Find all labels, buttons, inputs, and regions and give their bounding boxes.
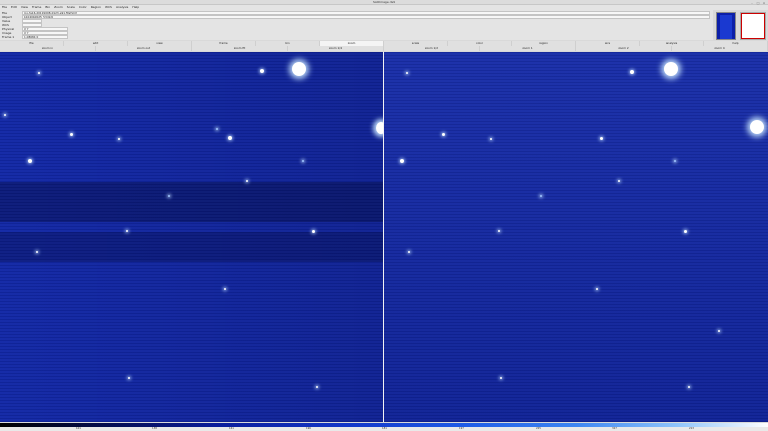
bright-star bbox=[376, 122, 383, 134]
star bbox=[600, 137, 603, 140]
info-panel: File lco-fa16-20191008-0123-e91.fits[SCI… bbox=[0, 10, 713, 40]
star bbox=[442, 133, 445, 136]
colorbar-tick: 225 bbox=[536, 427, 541, 430]
bright-star bbox=[292, 62, 306, 76]
star bbox=[28, 159, 32, 163]
star bbox=[674, 160, 676, 162]
star bbox=[684, 230, 687, 233]
image-frame-right[interactable] bbox=[384, 52, 768, 422]
star bbox=[118, 138, 120, 140]
star bbox=[128, 377, 130, 379]
star bbox=[228, 136, 232, 140]
colorbar-tick: 101 bbox=[76, 427, 81, 430]
image-noise bbox=[384, 52, 768, 422]
star bbox=[246, 180, 248, 182]
colorbar-tick: 161 bbox=[229, 427, 234, 430]
btn-zoom-1[interactable]: zoom 1 bbox=[480, 46, 576, 51]
info-row-object: Object b1040b0025_53d1/6 bbox=[2, 15, 710, 19]
star bbox=[630, 70, 634, 74]
colorbar-tick: 138 bbox=[152, 427, 157, 430]
star bbox=[216, 128, 218, 130]
star bbox=[316, 386, 318, 388]
btn-zoom-4[interactable]: zoom 4 bbox=[672, 46, 768, 51]
star bbox=[400, 159, 404, 163]
star bbox=[718, 330, 720, 332]
close-icon[interactable]: × bbox=[762, 1, 766, 5]
star bbox=[36, 251, 38, 253]
star bbox=[406, 72, 408, 74]
colorbar-tick: 181 bbox=[382, 427, 387, 430]
btn-zoom-out[interactable]: zoom out bbox=[96, 46, 192, 51]
info-label: Frame 1 bbox=[2, 35, 15, 39]
star bbox=[260, 69, 264, 73]
bright-star bbox=[750, 120, 764, 134]
btn-zoom-quarter[interactable]: zoom 1/4 bbox=[288, 46, 384, 51]
frame-zoom-field: 1.08684 0 bbox=[22, 35, 68, 39]
star bbox=[500, 377, 502, 379]
btn-zoom-fit[interactable]: zoom fit bbox=[192, 46, 288, 51]
image-frame-left[interactable] bbox=[0, 52, 383, 422]
star bbox=[618, 180, 620, 182]
star bbox=[224, 288, 226, 290]
colorbar-ticks: 101 138 161 196 181 197 225 327 213 bbox=[0, 427, 768, 431]
colorbar-tick: 196 bbox=[306, 427, 311, 430]
star bbox=[126, 230, 128, 232]
star bbox=[490, 138, 492, 140]
colorbar-tick: 197 bbox=[459, 427, 464, 430]
object-field: b1040b0025_53d1/6 bbox=[22, 15, 710, 19]
star bbox=[498, 230, 500, 232]
star bbox=[596, 288, 598, 290]
btn-zoom-in[interactable]: zoom in bbox=[0, 46, 96, 51]
star bbox=[408, 251, 410, 253]
colorbar-tick: 327 bbox=[612, 427, 617, 430]
star bbox=[312, 230, 315, 233]
star bbox=[70, 133, 73, 136]
image-noise bbox=[0, 52, 383, 422]
star bbox=[4, 114, 6, 116]
btn-zoom-2[interactable]: zoom 2 bbox=[576, 46, 672, 51]
panner-thumbnail[interactable] bbox=[716, 12, 736, 40]
panner-image bbox=[720, 15, 732, 39]
star bbox=[540, 195, 542, 197]
info-row-frame: Frame 1 1.08684 0 bbox=[2, 35, 68, 39]
bright-star bbox=[664, 62, 678, 76]
maximize-icon[interactable]: □ bbox=[756, 1, 760, 5]
btn-zoom-half[interactable]: zoom 1/2 bbox=[384, 46, 480, 51]
star bbox=[168, 195, 170, 197]
star bbox=[688, 386, 690, 388]
magnifier-frame bbox=[741, 13, 765, 39]
colorbar-tick: 213 bbox=[689, 427, 694, 430]
star bbox=[302, 160, 304, 162]
minimize-icon[interactable]: – bbox=[750, 1, 754, 5]
star bbox=[38, 72, 40, 74]
button-bar-zoom: zoom in zoom out zoom fit zoom 1/4 zoom … bbox=[0, 46, 768, 51]
